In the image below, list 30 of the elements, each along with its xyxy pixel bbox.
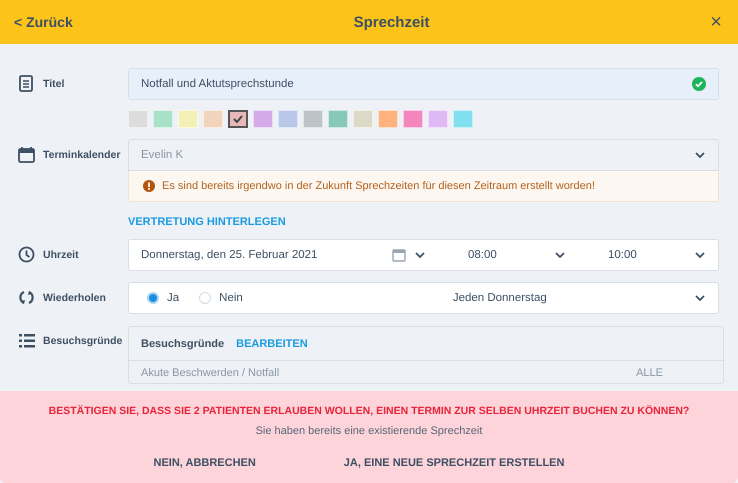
list-icon	[18, 332, 36, 350]
chevron-down-icon	[694, 294, 706, 302]
color-swatch[interactable]	[228, 110, 248, 128]
check-icon	[233, 115, 243, 123]
warning-text: Es sind bereits irgendwo in der Zukunft Sprechzeiten für diesen Zeitraum erstellt worden!	[162, 180, 595, 192]
clock-icon	[18, 246, 36, 264]
document-icon	[18, 75, 36, 93]
title-field[interactable]: Notfall und Aktutsprechstunde	[128, 68, 719, 100]
field-label: Wiederholen	[43, 291, 106, 306]
field-label: Besuchsgründe	[43, 334, 122, 349]
reason-name: Akute Beschwerden / Notfall	[141, 367, 280, 379]
field-label: Uhrzeit	[43, 248, 79, 263]
field-label: Titel	[43, 77, 64, 92]
radio-option[interactable]: Nein	[199, 292, 243, 304]
exclamation-icon	[143, 180, 155, 192]
confirm-note: Sie haben bereits eine existierende Sprechzeit	[256, 425, 482, 437]
calendar-icon	[18, 146, 36, 164]
repeat-icon	[18, 289, 36, 307]
confirm-question: BESTÄTIGEN SIE, DASS SIE 2 PATIENTEN ERLAUBEN WOLLEN, EINEN TERMIN ZUR SELBEN UHRZEIT BUCHEN ZU KÖNNEN?	[48, 405, 690, 417]
field-label: Terminkalender	[43, 148, 120, 163]
reason-value: ALLE	[636, 367, 663, 379]
confirm-button[interactable]: JA, EINE NEUE SPRECHZEIT ERSTELLEN	[340, 455, 568, 471]
radio-option[interactable]: Ja	[147, 292, 180, 304]
chevron-down-icon	[694, 151, 706, 159]
back-button[interactable]: < Zurück	[10, 10, 77, 34]
window-title: Sprechzeit	[354, 14, 430, 30]
interval-select[interactable]: Jeden Donnerstag	[262, 292, 706, 304]
close-button[interactable]: ×	[706, 10, 726, 34]
card-title: Besuchsgründe	[141, 338, 224, 350]
confirm-button[interactable]: NEIN, ABBRECHEN	[150, 455, 260, 471]
